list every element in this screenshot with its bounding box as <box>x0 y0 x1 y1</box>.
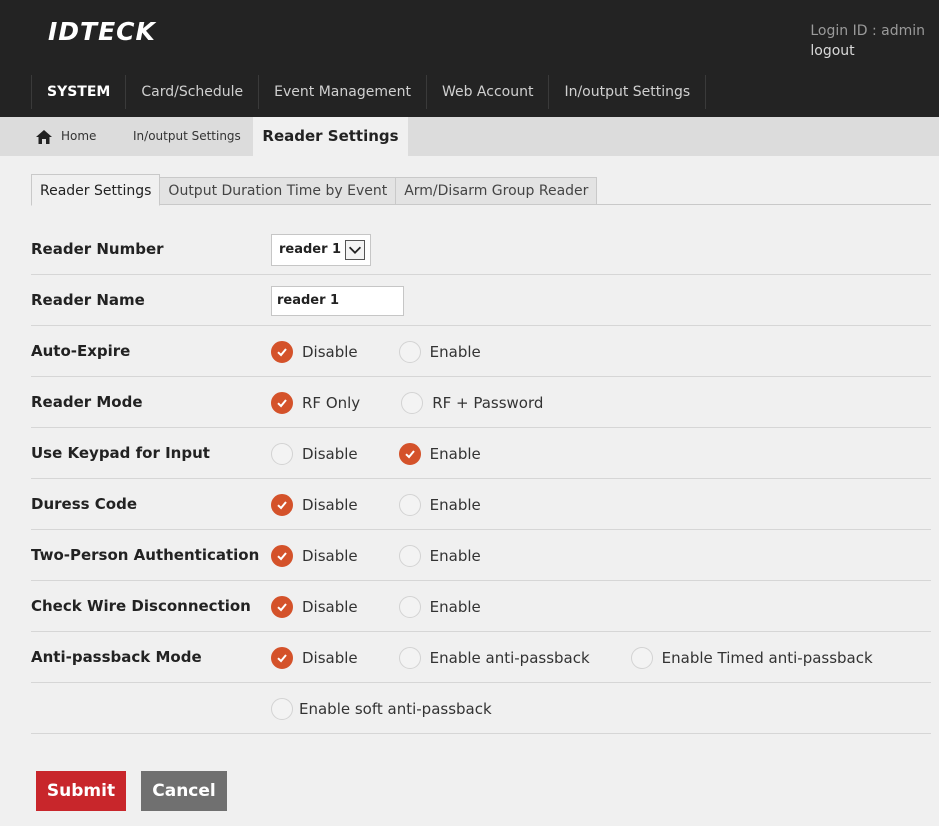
radio-check-icon <box>271 340 293 363</box>
duress-enable-radio[interactable]: Enable <box>398 493 481 516</box>
reader-name-label: Reader Name <box>31 291 145 309</box>
radio-label: Enable <box>429 342 481 361</box>
radio-check-icon <box>398 442 421 465</box>
home-icon <box>36 129 52 144</box>
anti-passback-timed-radio[interactable]: Enable Timed anti-passback <box>630 646 873 669</box>
radio-label: RF + Password <box>432 393 544 412</box>
radio-check-icon <box>398 493 421 516</box>
submit-button[interactable]: Submit <box>36 771 126 811</box>
row-duress: Duress Code Disable Enable <box>31 479 931 530</box>
radio-check-icon <box>271 595 293 618</box>
radio-check-icon <box>401 391 424 414</box>
row-keypad: Use Keypad for Input Disable Enable <box>31 428 931 479</box>
row-reader-number: Reader Number reader 1 <box>31 224 931 275</box>
reader-settings-form: Reader Number reader 1 Reader Name reade… <box>31 224 931 734</box>
reader-mode-rf-password-radio[interactable]: RF + Password <box>401 391 544 414</box>
radio-label: Enable <box>429 495 481 514</box>
two-person-disable-radio[interactable]: Disable <box>271 544 358 567</box>
radio-label: Disable <box>302 546 358 565</box>
top-header: IDTECK Login ID : admin logout SYSTEM Ca… <box>0 0 939 117</box>
auto-expire-enable-radio[interactable]: Enable <box>398 340 481 363</box>
anti-passback-label: Anti-passback Mode <box>31 648 202 666</box>
reader-name-input[interactable]: reader 1 <box>271 285 404 316</box>
radio-label: Disable <box>302 444 358 463</box>
radio-check-icon <box>271 646 293 669</box>
duress-label: Duress Code <box>31 495 138 513</box>
breadcrumb-current: Reader Settings <box>253 117 408 156</box>
reader-number-label: Reader Number <box>31 240 164 258</box>
auto-expire-label: Auto-Expire <box>31 342 131 360</box>
main-nav: SYSTEM Card/Schedule Event Management We… <box>31 75 707 109</box>
chevron-down-icon[interactable] <box>345 239 365 260</box>
radio-label: RF Only <box>302 393 361 412</box>
duress-disable-radio[interactable]: Disable <box>271 493 358 516</box>
row-anti-passback-soft: Enable soft anti-passback <box>31 683 931 734</box>
row-auto-expire: Auto-Expire Disable Enable <box>31 326 931 377</box>
logout-link[interactable]: logout <box>810 41 925 61</box>
nav-card-schedule[interactable]: Card/Schedule <box>125 75 258 109</box>
login-id-text: Login ID : admin <box>810 23 925 39</box>
tab-arm-disarm-group[interactable]: Arm/Disarm Group Reader <box>396 177 598 205</box>
radio-label: Disable <box>302 597 358 616</box>
row-two-person: Two-Person Authentication Disable Enable <box>31 530 931 581</box>
radio-check-icon <box>271 493 293 516</box>
radio-check-icon <box>630 646 653 669</box>
radio-label: Enable <box>429 546 481 565</box>
auto-expire-disable-radio[interactable]: Disable <box>271 340 358 363</box>
reader-number-value: reader 1 <box>279 242 342 257</box>
row-wire: Check Wire Disconnection Disable Enable <box>31 581 931 632</box>
settings-tabs: Reader Settings Output Duration Time by … <box>31 173 931 206</box>
wire-disable-radio[interactable]: Disable <box>271 595 358 618</box>
keypad-label: Use Keypad for Input <box>31 444 210 462</box>
radio-check-icon <box>398 340 421 363</box>
brand-logo[interactable]: IDTECK <box>48 17 156 46</box>
anti-passback-disable-radio[interactable]: Disable <box>271 646 358 669</box>
row-reader-name: Reader Name reader 1 <box>31 275 931 326</box>
keypad-enable-radio[interactable]: Enable <box>398 442 481 465</box>
wire-enable-radio[interactable]: Enable <box>398 595 481 618</box>
radio-label: Enable soft anti-passback <box>299 699 492 718</box>
radio-label: Enable anti-passback <box>429 648 590 667</box>
nav-event-management[interactable]: Event Management <box>258 75 426 109</box>
radio-label: Enable <box>429 444 481 463</box>
radio-check-icon <box>271 697 293 720</box>
radio-check-icon <box>271 391 293 414</box>
nav-web-account[interactable]: Web Account <box>425 75 549 109</box>
anti-passback-enable-radio[interactable]: Enable anti-passback <box>398 646 590 669</box>
radio-check-icon <box>398 544 421 567</box>
radio-check-icon <box>398 595 421 618</box>
row-reader-mode: Reader Mode RF Only RF + Password <box>31 377 931 428</box>
nav-inoutput-settings[interactable]: In/output Settings <box>548 75 705 109</box>
tab-reader-settings[interactable]: Reader Settings <box>31 174 161 206</box>
radio-label: Enable <box>429 597 481 616</box>
cancel-button[interactable]: Cancel <box>141 771 227 811</box>
reader-mode-rf-only-radio[interactable]: RF Only <box>271 391 361 414</box>
reader-number-select[interactable]: reader 1 <box>271 233 371 266</box>
wire-label: Check Wire Disconnection <box>31 597 251 615</box>
breadcrumb: Home In/output Settings Reader Settings <box>0 117 939 156</box>
two-person-label: Two-Person Authentication <box>31 546 260 564</box>
nav-system[interactable]: SYSTEM <box>31 75 125 109</box>
row-anti-passback: Anti-passback Mode Disable Enable anti-p… <box>31 632 931 683</box>
radio-check-icon <box>271 442 293 465</box>
breadcrumb-home-label: Home <box>61 129 97 143</box>
radio-label: Disable <box>302 495 358 514</box>
two-person-enable-radio[interactable]: Enable <box>398 544 481 567</box>
radio-check-icon <box>271 544 293 567</box>
radio-label: Disable <box>302 342 358 361</box>
breadcrumb-section[interactable]: In/output Settings <box>113 117 253 156</box>
reader-mode-label: Reader Mode <box>31 393 143 411</box>
radio-check-icon <box>398 646 421 669</box>
radio-label: Disable <box>302 648 358 667</box>
breadcrumb-home[interactable]: Home <box>0 117 113 156</box>
tab-output-duration[interactable]: Output Duration Time by Event <box>160 177 397 205</box>
anti-passback-soft-radio[interactable]: Enable soft anti-passback <box>271 697 492 720</box>
radio-label: Enable Timed anti-passback <box>661 648 873 667</box>
login-info: Login ID : admin logout <box>810 21 925 61</box>
keypad-disable-radio[interactable]: Disable <box>271 442 358 465</box>
